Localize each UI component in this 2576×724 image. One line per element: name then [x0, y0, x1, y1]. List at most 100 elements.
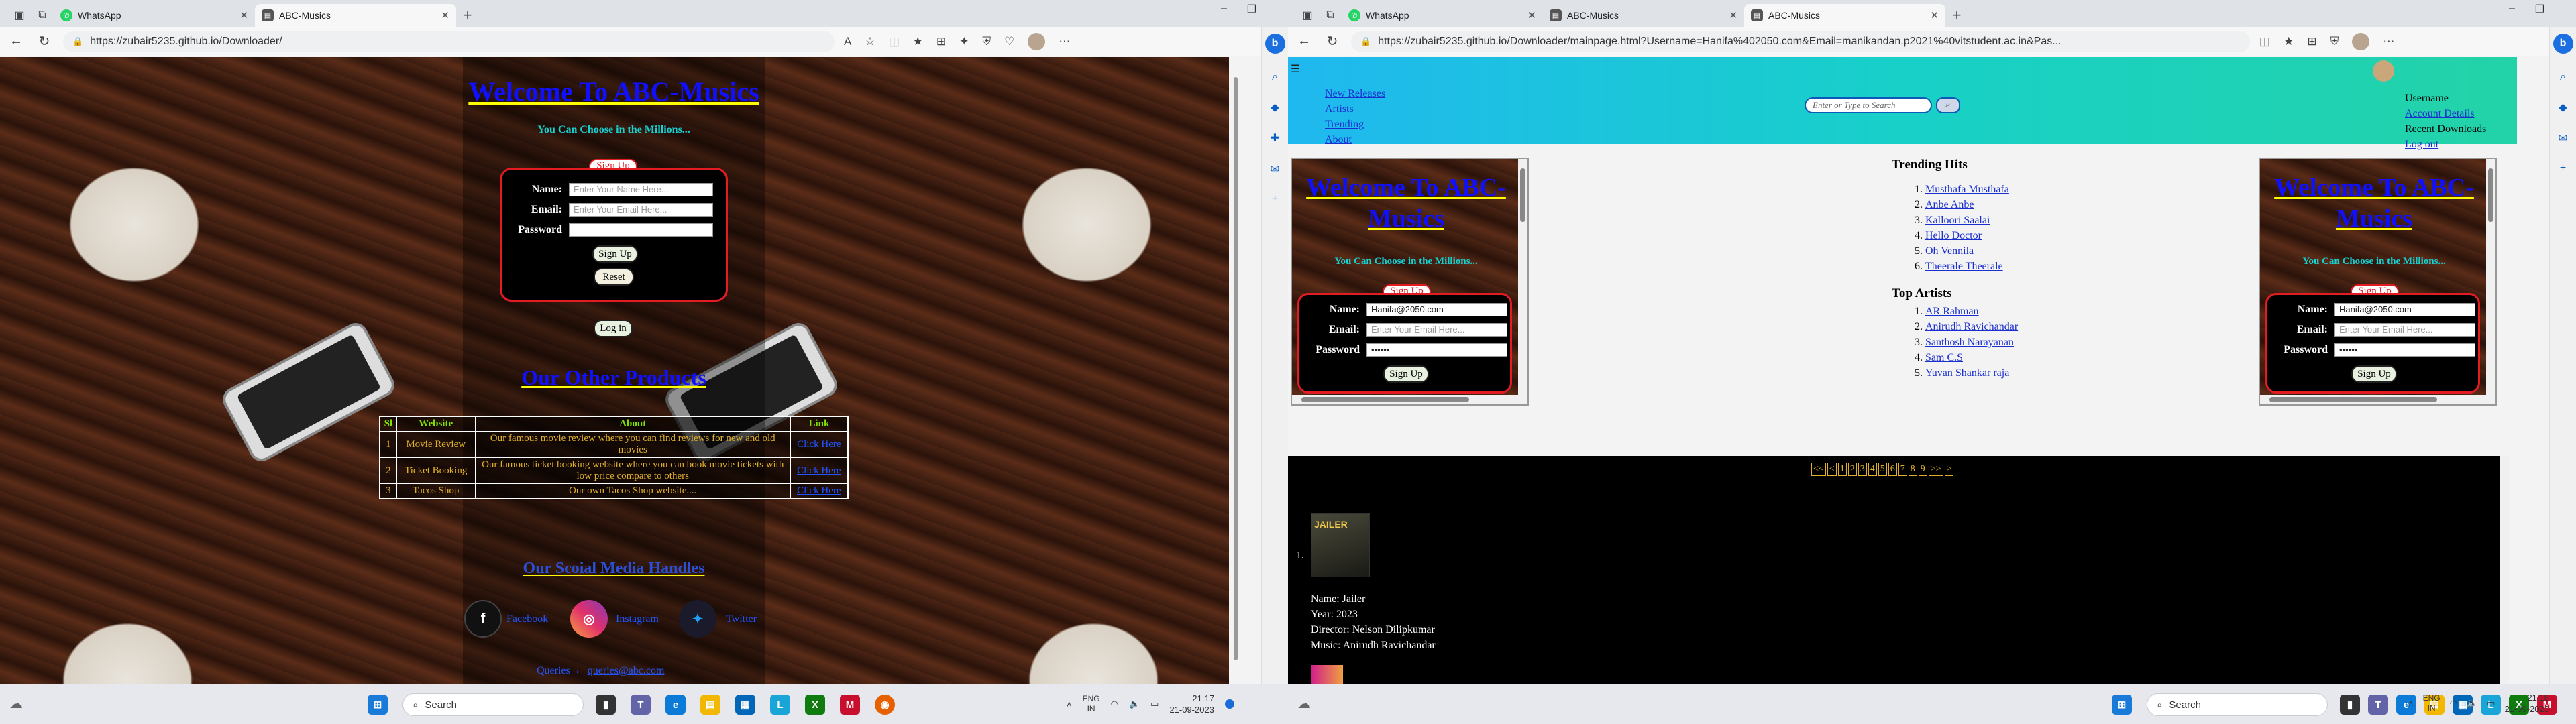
store-icon[interactable]: ▦ — [735, 695, 755, 715]
login-button[interactable]: Log in — [594, 320, 633, 337]
xbox-icon[interactable]: X — [805, 695, 825, 715]
trending-link[interactable]: Musthafa Musthafa — [1925, 184, 2009, 195]
queries-email-link[interactable]: queries@abc.com — [588, 665, 665, 676]
nav-trending[interactable]: Trending — [1325, 117, 1385, 132]
close-icon[interactable]: ✕ — [1930, 9, 1939, 21]
bing-icon[interactable]: b — [1265, 34, 1285, 54]
page-number[interactable]: 3 — [1858, 463, 1867, 476]
heart-icon[interactable]: ♡ — [1004, 35, 1014, 48]
site-search-button[interactable]: ⌕ — [1936, 97, 1960, 113]
weather-icon[interactable]: ☁ — [9, 695, 23, 712]
volume-icon[interactable]: 🔈 — [2467, 698, 2477, 709]
page-number[interactable]: 1 — [1837, 463, 1847, 476]
back-icon[interactable]: ← — [1295, 34, 1313, 49]
tab-whatsapp[interactable]: ✆ WhatsApp ✕ — [1342, 4, 1543, 27]
workspaces-icon[interactable]: ▣ — [1296, 4, 1319, 27]
name-input[interactable]: Hanifa@2050.com — [2334, 303, 2475, 316]
tab-abc-musics[interactable]: ▤ ABC-Musics ✕ — [1543, 4, 1744, 27]
page-number[interactable]: 5 — [1878, 463, 1887, 476]
favorites-icon[interactable]: ★ — [913, 35, 923, 48]
page-next[interactable]: > — [1944, 463, 1954, 476]
volume-icon[interactable]: 🔈 — [1129, 699, 1140, 709]
start-icon[interactable]: ⊞ — [368, 695, 388, 715]
name-input[interactable]: Hanifa@2050.com — [1366, 303, 1507, 316]
start-icon[interactable]: ⊞ — [2112, 695, 2132, 715]
taskview-icon[interactable]: ▮ — [2340, 695, 2360, 715]
page-number[interactable]: 8 — [1908, 463, 1917, 476]
frame-scrollbar-vertical[interactable] — [2486, 159, 2496, 404]
clock[interactable]: 21:17 21-09-2023 — [1169, 692, 1214, 715]
frame-scrollbar-vertical[interactable] — [1518, 159, 1527, 404]
logout-link[interactable]: Log out — [2405, 137, 2486, 152]
tab-actions-icon[interactable]: ⧉ — [31, 4, 54, 27]
chevron-up-icon[interactable]: ˄ — [2408, 699, 2414, 709]
url-bar[interactable]: 🔒 https://zubair5235.github.io/Downloade… — [63, 30, 835, 52]
minimize-icon[interactable]: – — [1221, 3, 1227, 16]
trending-link[interactable]: Hello Doctor — [1925, 230, 1982, 241]
close-icon[interactable]: ✕ — [239, 9, 248, 21]
email-input[interactable]: Enter Your Email Here... — [2334, 323, 2475, 337]
clock[interactable]: 21:18 21-09-2023 — [2504, 692, 2549, 715]
password-input[interactable]: •••••• — [2334, 343, 2475, 357]
site-search-input[interactable]: Enter or Type to Search — [1805, 97, 1932, 113]
page-next-end[interactable]: >> — [1928, 463, 1943, 476]
close-icon[interactable]: ✕ — [1729, 9, 1737, 21]
twitter-link[interactable]: Twitter — [726, 613, 757, 625]
trending-link[interactable]: Kalloori Saalai — [1925, 215, 1990, 226]
tab-abc-musics-active[interactable]: ▤ ABC-Musics ✕ — [1744, 4, 1945, 27]
product-link[interactable]: Click Here — [797, 439, 841, 450]
refresh-icon[interactable]: ↻ — [35, 33, 54, 50]
add-icon[interactable]: + — [1272, 193, 1278, 205]
favorite-star-icon[interactable]: ☆ — [865, 35, 875, 48]
new-tab-button[interactable]: + — [1945, 4, 1968, 27]
page-number[interactable]: 7 — [1898, 463, 1907, 476]
taskbar-search[interactable]: ⌕ Search — [2147, 693, 2328, 716]
battery-icon[interactable]: ▭ — [1150, 699, 1159, 709]
teams-icon[interactable]: T — [631, 695, 651, 715]
back-icon[interactable]: ← — [7, 34, 25, 49]
artist-link[interactable]: Yuvan Shankar raja — [1925, 367, 2009, 379]
movies-scrollbar[interactable] — [2500, 456, 2509, 684]
recent-downloads-label[interactable]: Recent Downloads — [2405, 121, 2486, 137]
read-aloud-icon[interactable]: A — [844, 35, 851, 48]
mini-signup-button[interactable]: Sign Up — [2351, 365, 2397, 383]
close-icon[interactable]: ✕ — [1527, 9, 1536, 21]
email-input[interactable]: Enter Your Email Here... — [1366, 323, 1507, 337]
mcafee-icon[interactable]: M — [840, 695, 860, 715]
trending-link[interactable]: Oh Vennila — [1925, 245, 1974, 257]
shield-icon[interactable]: ⛨ — [982, 35, 991, 48]
page-number[interactable]: 2 — [1847, 463, 1857, 476]
tab-whatsapp[interactable]: ✆ WhatsApp ✕ — [54, 4, 255, 27]
password-input[interactable]: •••••• — [1366, 343, 1507, 357]
shopping-icon[interactable]: ◆ — [2559, 101, 2567, 114]
add-icon[interactable]: + — [2560, 162, 2566, 174]
maximize-icon[interactable]: ❐ — [1247, 3, 1256, 16]
more-icon[interactable]: ⋯ — [1059, 35, 1070, 48]
minimize-icon[interactable]: – — [2509, 3, 2515, 16]
chevron-up-icon[interactable]: ˄ — [1067, 699, 1072, 709]
nav-new-releases[interactable]: New Releases — [1325, 86, 1385, 101]
instagram-link[interactable]: Instagram — [616, 613, 659, 625]
next-poster-image[interactable] — [1311, 665, 1343, 684]
movie-poster[interactable]: JAILER — [1311, 513, 1370, 577]
account-details-link[interactable]: Account Details — [2405, 106, 2486, 121]
wifi-icon[interactable]: ◠ — [2450, 698, 2457, 709]
split-screen-icon[interactable]: ◫ — [2259, 35, 2270, 48]
maximize-icon[interactable]: ❐ — [2535, 3, 2544, 16]
taskview-icon[interactable]: ▮ — [596, 695, 616, 715]
more-icon[interactable]: ⋯ — [2383, 35, 2394, 48]
favorites-icon[interactable]: ★ — [2284, 35, 2294, 48]
refresh-icon[interactable]: ↻ — [1323, 33, 1342, 50]
mini-signup-button[interactable]: Sign Up — [1383, 365, 1429, 383]
outlook-icon[interactable]: ✉ — [1271, 162, 1279, 176]
instagram-icon[interactable]: ◎ — [570, 600, 608, 638]
password-input[interactable] — [569, 223, 713, 237]
collections-icon[interactable]: ⊞ — [936, 35, 946, 48]
user-avatar[interactable] — [2373, 60, 2394, 82]
artist-link[interactable]: Anirudh Ravichandar — [1925, 321, 2018, 333]
notification-icon[interactable] — [1224, 699, 1234, 709]
extensions-icon[interactable]: ✦ — [959, 35, 969, 48]
page-number[interactable]: 9 — [1918, 463, 1927, 476]
tab-abc-musics[interactable]: ▤ ABC-Musics ✕ — [255, 4, 456, 27]
artist-link[interactable]: Santhosh Narayanan — [1925, 337, 2014, 348]
